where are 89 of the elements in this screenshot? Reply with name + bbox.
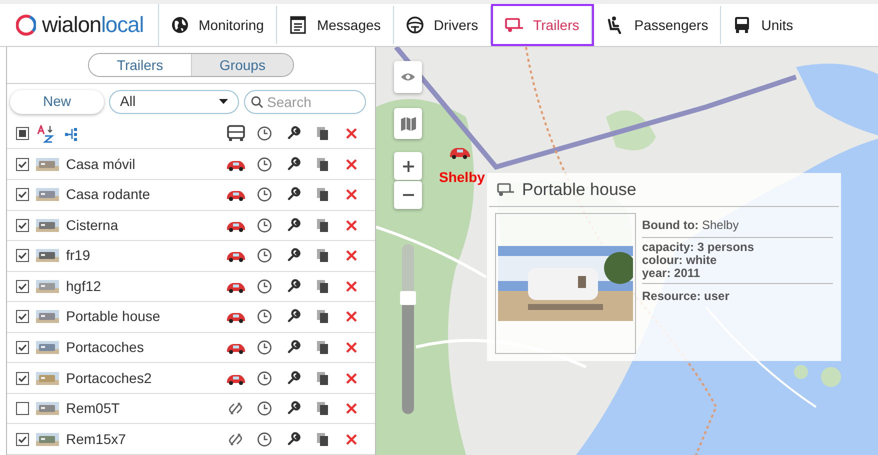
- trailer-name[interactable]: Portacoches2: [66, 368, 152, 389]
- nav-tab[interactable]: Trailers: [493, 6, 592, 44]
- clock-icon[interactable]: [257, 156, 272, 172]
- delete-icon[interactable]: [345, 158, 358, 171]
- nav-tab[interactable]: Drivers: [394, 6, 492, 44]
- delete-icon[interactable]: [345, 432, 358, 446]
- dropdown-value: All: [120, 92, 136, 112]
- clock-icon[interactable]: [257, 187, 272, 202]
- delete-icon[interactable]: [345, 249, 358, 262]
- copy-icon[interactable]: [316, 278, 329, 294]
- wrench-icon[interactable]: [286, 278, 301, 294]
- sort-alphabetical-icon[interactable]: [37, 124, 55, 143]
- segment-tab[interactable]: Groups: [191, 54, 293, 76]
- nav-tab[interactable]: Passengers: [594, 6, 722, 44]
- trailer-icon: [505, 16, 524, 34]
- clock-icon[interactable]: [257, 401, 272, 416]
- trailer-name[interactable]: Cisterna: [66, 214, 118, 236]
- bus-icon: [733, 16, 752, 34]
- bus-icon[interactable]: [226, 125, 244, 142]
- delete-icon[interactable]: [345, 372, 358, 385]
- clock-icon[interactable]: [257, 248, 272, 264]
- delete-icon[interactable]: [345, 218, 358, 232]
- checkbox[interactable]: [16, 127, 29, 140]
- wrench-icon[interactable]: [286, 309, 301, 324]
- copy-icon[interactable]: [316, 126, 329, 142]
- wrench-icon[interactable]: [286, 126, 301, 142]
- checkbox[interactable]: [16, 218, 29, 232]
- checkbox[interactable]: [16, 249, 29, 262]
- checkbox[interactable]: [16, 402, 29, 416]
- wrench-icon[interactable]: [286, 370, 301, 386]
- clock-icon[interactable]: [257, 340, 272, 356]
- trailer-name[interactable]: fr19: [66, 245, 90, 266]
- wrench-icon[interactable]: [286, 432, 301, 447]
- delete-icon[interactable]: [345, 188, 358, 202]
- wrench-icon[interactable]: [286, 218, 301, 233]
- copy-icon[interactable]: [316, 401, 329, 416]
- copy-icon[interactable]: [316, 248, 329, 264]
- checkbox[interactable]: [16, 188, 29, 202]
- clock-icon[interactable]: [257, 432, 272, 447]
- trailer-name[interactable]: Casa móvil: [66, 154, 136, 175]
- checkbox[interactable]: [16, 158, 29, 171]
- copy-icon[interactable]: [316, 156, 329, 172]
- steering-wheel-icon: [406, 16, 424, 34]
- checkbox[interactable]: [16, 280, 29, 293]
- wrench-icon[interactable]: [286, 340, 301, 356]
- trailer-name[interactable]: Casa rodante: [66, 184, 150, 206]
- filter-dropdown[interactable]: All: [109, 90, 239, 114]
- checkbox[interactable]: [16, 310, 29, 324]
- copy-icon[interactable]: [316, 340, 329, 356]
- checkbox[interactable]: [16, 372, 29, 385]
- clock-icon[interactable]: [257, 370, 272, 386]
- new-button[interactable]: New: [10, 90, 104, 114]
- clock-icon[interactable]: [257, 278, 272, 294]
- wrench-icon[interactable]: [286, 187, 301, 202]
- copy-icon[interactable]: [316, 218, 329, 233]
- delete-icon[interactable]: [345, 402, 358, 416]
- trailer-name[interactable]: hgf12: [66, 276, 102, 297]
- checkbox[interactable]: [16, 432, 29, 446]
- delete-icon[interactable]: [345, 341, 358, 354]
- delete-icon[interactable]: [345, 127, 358, 140]
- copy-icon[interactable]: [316, 309, 329, 324]
- wrench-icon[interactable]: [286, 401, 301, 416]
- logo-product-text: local: [101, 14, 144, 36]
- globe-icon: [170, 16, 189, 34]
- delete-icon[interactable]: [345, 310, 358, 324]
- nav-tab[interactable]: Messages: [276, 6, 394, 44]
- clock-icon[interactable]: [257, 218, 272, 233]
- nav-tab[interactable]: Monitoring: [158, 6, 277, 44]
- trailer-name[interactable]: Rem05T: [66, 398, 120, 420]
- trailer-name[interactable]: Portacoches: [66, 337, 144, 358]
- document-icon: [288, 16, 307, 34]
- logo-brand-text: wialon: [42, 14, 102, 36]
- trailer-name[interactable]: Rem15x7: [66, 428, 126, 450]
- delete-icon[interactable]: [345, 280, 358, 293]
- search-field[interactable]: Search: [244, 90, 366, 114]
- copy-icon[interactable]: [316, 370, 329, 386]
- copy-icon[interactable]: [316, 432, 329, 447]
- wrench-icon[interactable]: [286, 248, 301, 264]
- wrench-icon[interactable]: [286, 156, 301, 172]
- copy-icon[interactable]: [316, 187, 329, 202]
- ring-icon: [16, 14, 36, 36]
- search-icon: [251, 96, 263, 108]
- caret-icon: [219, 99, 228, 104]
- checkbox[interactable]: [16, 341, 29, 354]
- nav-tab[interactable]: Units: [721, 6, 806, 44]
- logo[interactable]: wialonlocal: [0, 4, 159, 46]
- clock-icon[interactable]: [257, 126, 272, 142]
- clock-icon[interactable]: [257, 309, 272, 324]
- trailer-name[interactable]: Portable house: [66, 306, 160, 328]
